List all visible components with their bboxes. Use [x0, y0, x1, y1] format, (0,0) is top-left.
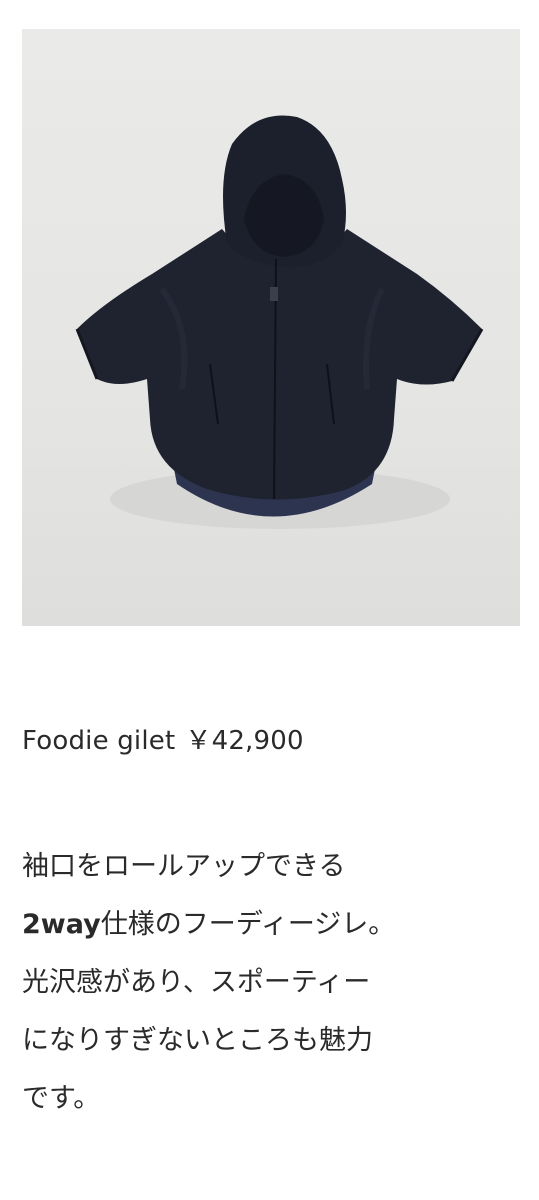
product-price: ￥42,900 — [185, 726, 304, 756]
product-title: Foodie gilet ￥42,900 — [22, 720, 304, 757]
product-photo — [22, 29, 520, 626]
description-line: 2way仕様のフーディージレ。 — [22, 896, 522, 954]
description-line: です。 — [22, 1083, 101, 1114]
description-line: 光沢感があり、スポーティー — [22, 967, 371, 998]
description-line: 袖口をロールアップできる — [22, 851, 346, 882]
description-line: になりすぎないところも魅力 — [22, 1025, 373, 1056]
description-text: 仕様のフーディージレ。 — [100, 909, 396, 940]
description-bold-text: 2way — [22, 909, 101, 940]
hooded-gilet-image — [75, 115, 484, 529]
product-name: Foodie gilet — [22, 726, 176, 756]
product-description: 袖口をロールアップできる 2way仕様のフーディージレ。 光沢感があり、スポーテ… — [22, 838, 522, 1128]
